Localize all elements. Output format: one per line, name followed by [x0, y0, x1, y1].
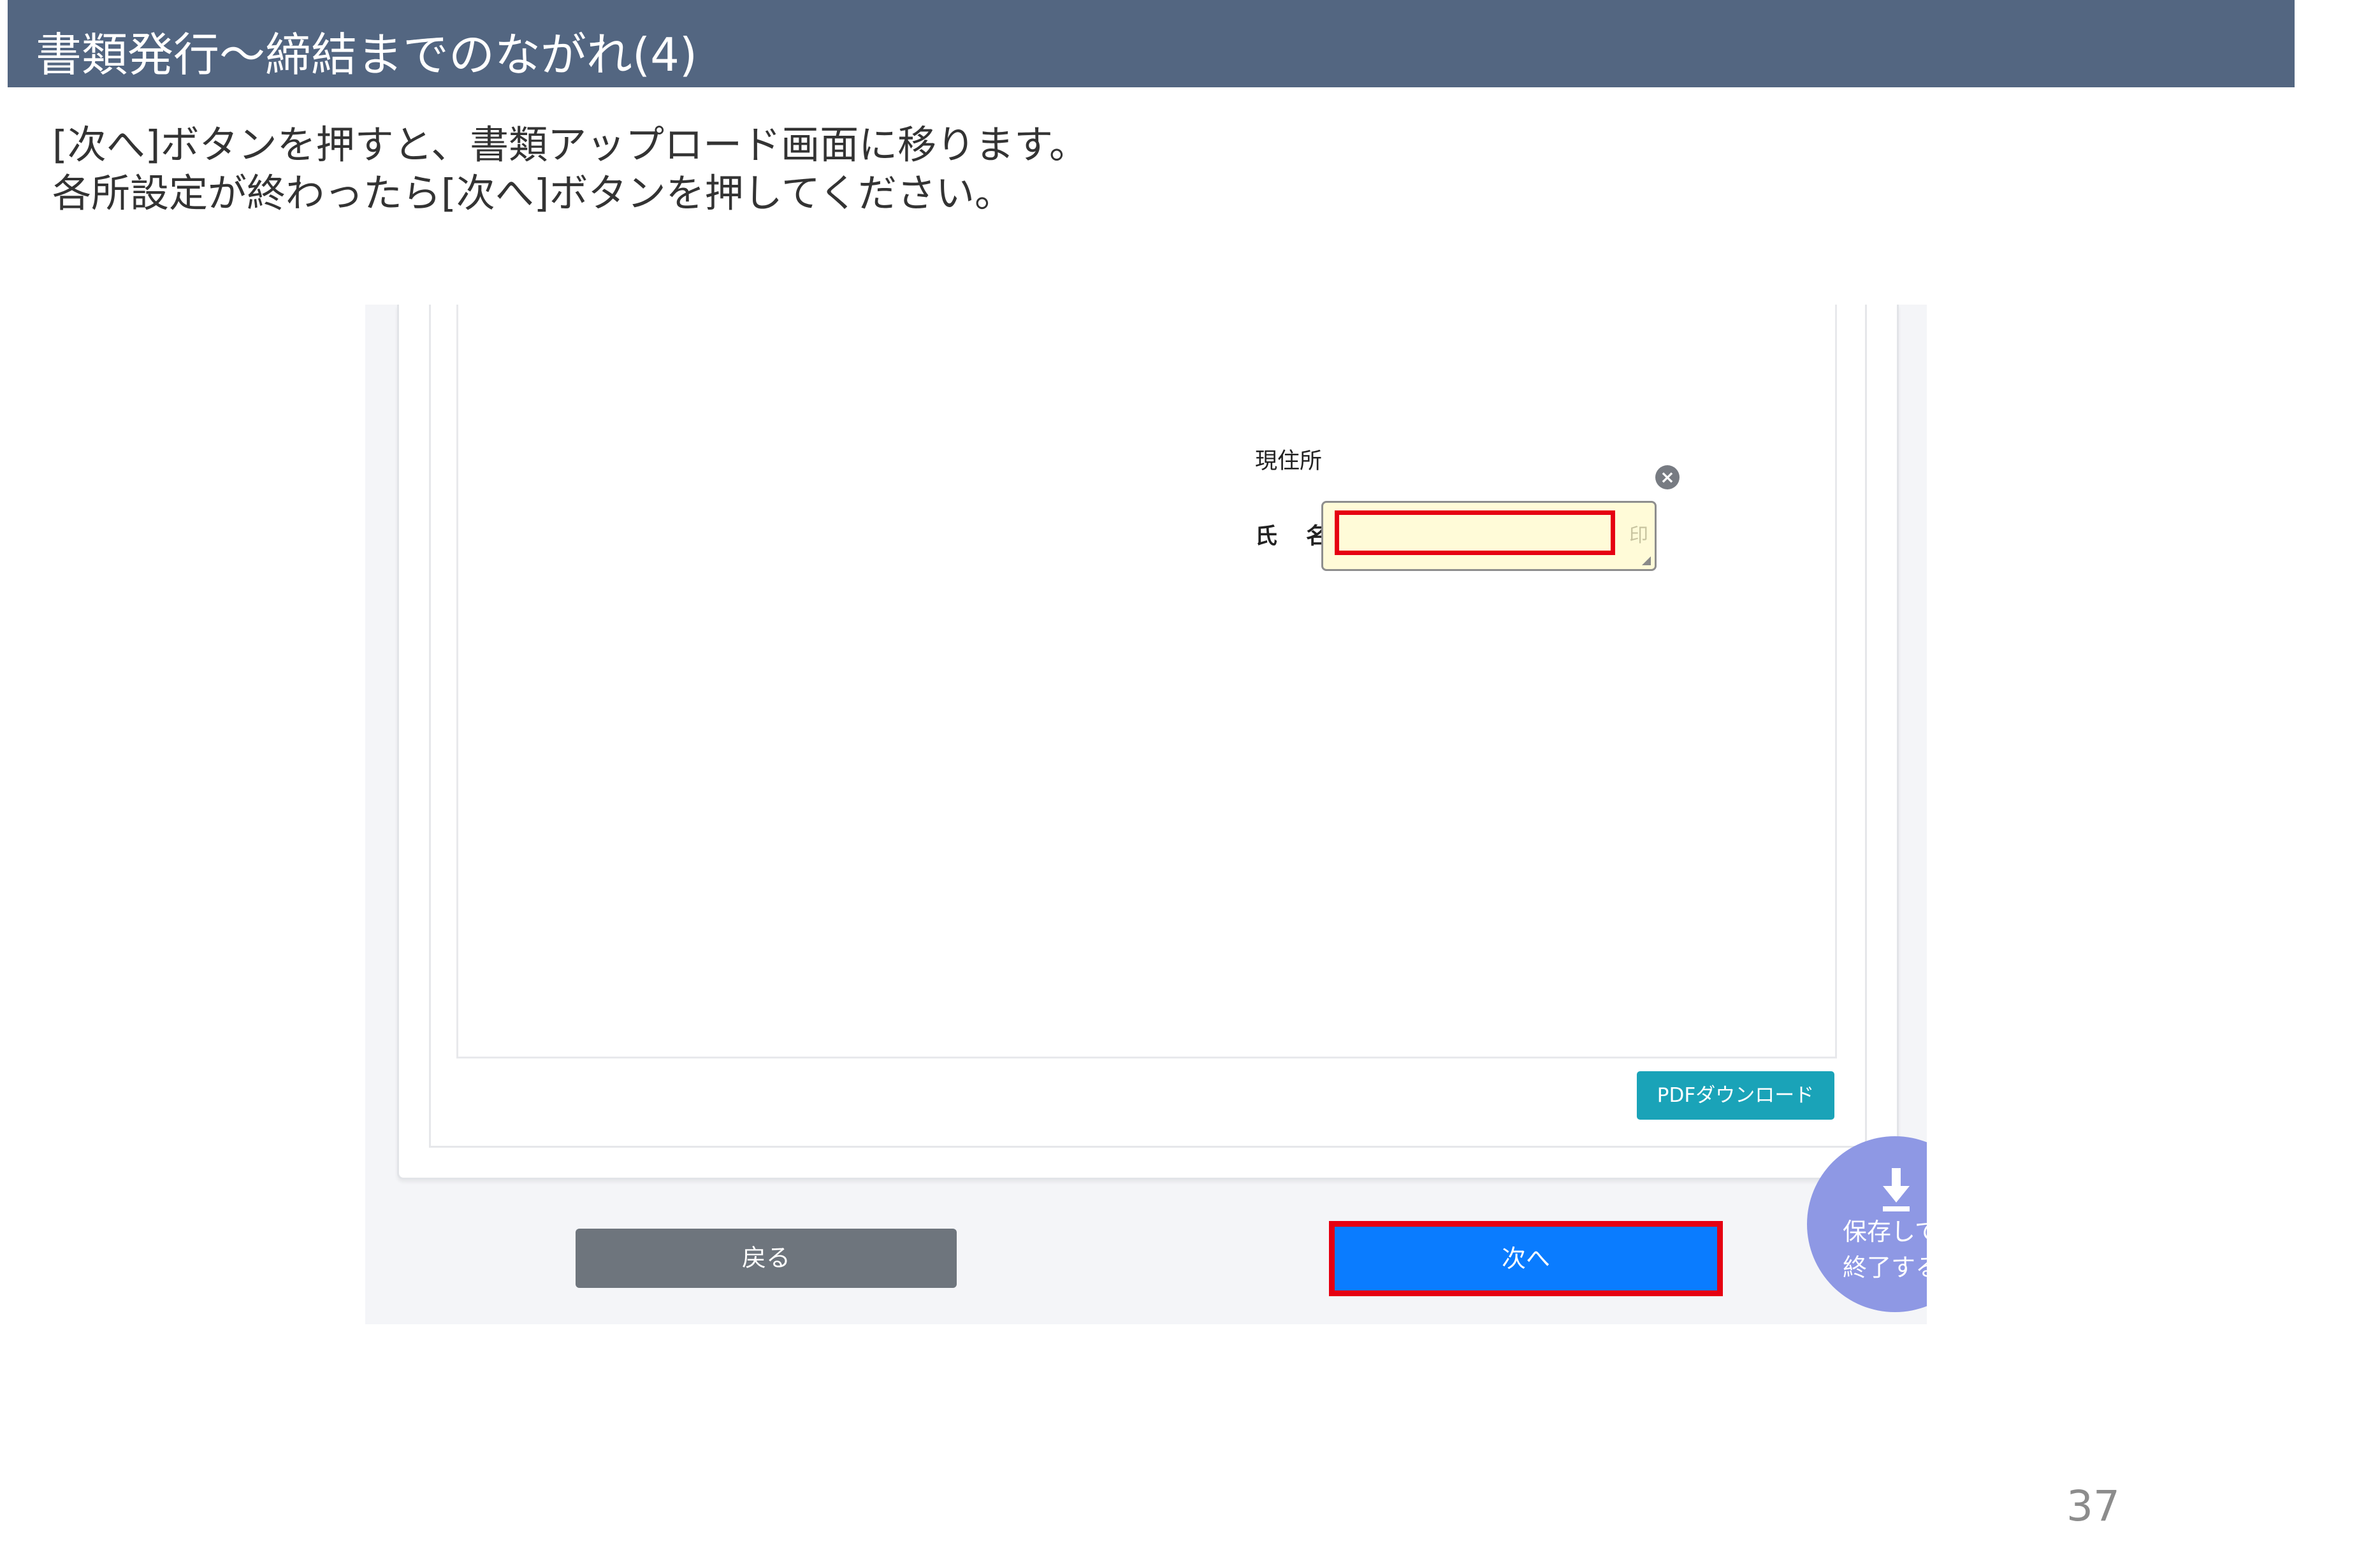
download-arrow-icon [1883, 1168, 1910, 1211]
resize-handle-icon[interactable] [1642, 556, 1651, 565]
close-icon[interactable]: × [1655, 465, 1680, 489]
instruction-line-1: [次へ]ボタンを押すと、書類アップロード画面に移ります。 [52, 122, 1089, 168]
signature-input[interactable] [1335, 510, 1615, 555]
slide: 書類発行～締結までのながれ(4) [次へ]ボタンを押すと、書類アップロード画面に… [0, 0, 2380, 1546]
save-and-exit-label: 保存して 終了する [1843, 1214, 1927, 1285]
document-page: 現住所 氏 名 × 印 [456, 305, 1837, 1058]
save-exit-line-2: 終了する [1843, 1253, 1927, 1282]
address-label: 現住所 [1255, 449, 1323, 474]
name-label-first: 氏 [1255, 524, 1278, 549]
pdf-download-button[interactable]: PDFダウンロード [1637, 1071, 1834, 1120]
next-button[interactable]: 次へ [1329, 1221, 1723, 1296]
slide-header: 書類発行～締結までのながれ(4) [8, 0, 2295, 87]
app-screenshot: 現住所 氏 名 × 印 PDFダウンロード 戻る 次へ 保存して 終了する [365, 305, 1927, 1324]
slide-title: 書類発行～締結までのながれ(4) [36, 28, 697, 82]
seal-label: 印 [1629, 524, 1648, 547]
page-number: 37 [2066, 1482, 2120, 1531]
save-exit-line-1: 保存して [1843, 1218, 1927, 1246]
instruction-line-2: 各所設定が終わったら[次へ]ボタンを押してください。 [52, 171, 1013, 216]
instruction-text: [次へ]ボタンを押すと、書類アップロード画面に移ります。 各所設定が終わったら[… [52, 121, 1088, 218]
back-button[interactable]: 戻る [576, 1229, 957, 1288]
signature-field[interactable]: 印 [1321, 501, 1657, 571]
